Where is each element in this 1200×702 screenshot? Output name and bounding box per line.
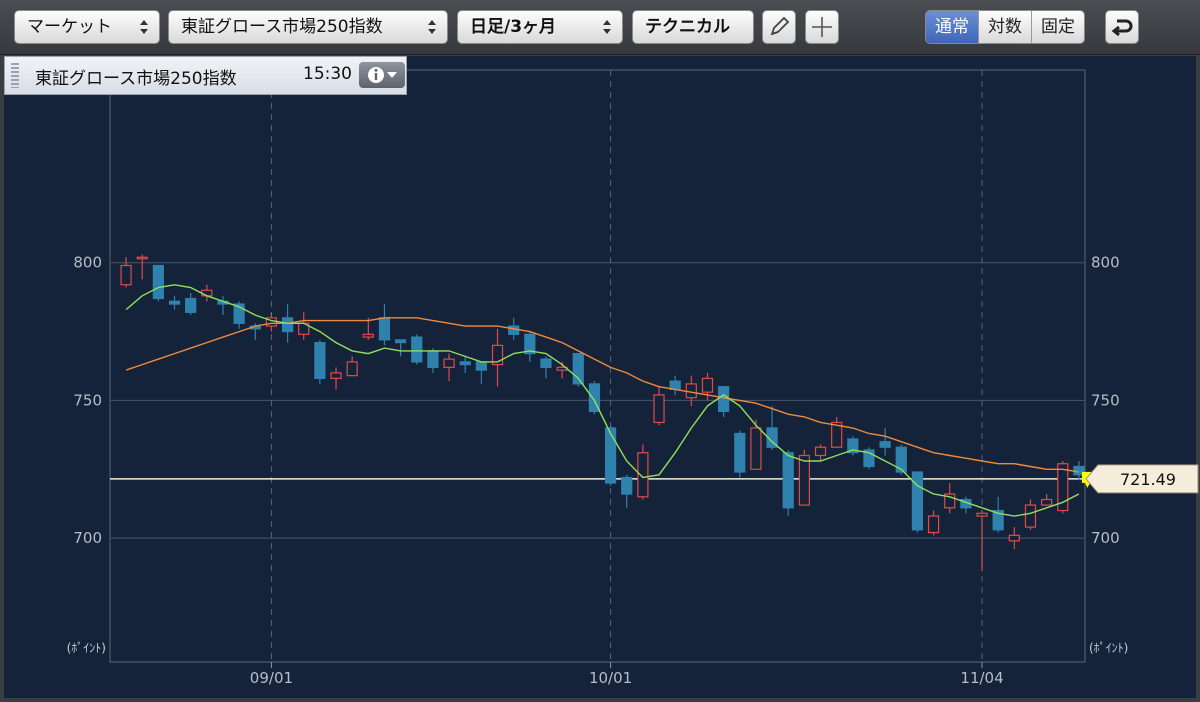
candle-body — [814, 446, 827, 457]
y-tick-label-right: 700 — [1091, 529, 1120, 547]
candle — [734, 430, 746, 478]
candle — [152, 264, 164, 302]
candle-body — [330, 372, 342, 379]
candle-body — [459, 361, 471, 366]
candle-body — [508, 325, 520, 335]
candle-body — [281, 317, 294, 333]
candle-body — [1008, 534, 1020, 542]
candle — [782, 449, 794, 517]
candle — [637, 444, 649, 500]
candle-body — [411, 336, 423, 363]
y-tick-label-left: 750 — [73, 391, 102, 409]
info-icon — [368, 67, 397, 83]
candle — [588, 381, 601, 415]
candle-body — [879, 441, 891, 448]
candle-body — [443, 358, 455, 368]
candle-body — [782, 452, 794, 509]
candle-body — [701, 377, 714, 393]
candle-body — [895, 446, 907, 473]
chart-panel-header: 東証グロース市場250指数 15:30 — [4, 56, 407, 95]
candle-body — [120, 264, 132, 286]
x-tick-label: 10/01 — [589, 669, 632, 687]
candle-body — [475, 361, 487, 371]
candle-body — [685, 383, 697, 399]
candle-body — [750, 427, 762, 470]
candle-body — [395, 339, 407, 344]
candle-body — [201, 289, 213, 297]
candle — [863, 447, 875, 470]
info-menu-button[interactable] — [359, 62, 405, 88]
candle-body — [152, 264, 164, 300]
candle — [847, 436, 859, 456]
candle-body — [314, 341, 326, 379]
y-tick-label-left: 700 — [73, 529, 102, 547]
drag-handle-icon[interactable] — [11, 63, 19, 88]
candle-body — [1041, 498, 1053, 506]
x-tick-label: 11/04 — [960, 669, 1003, 687]
candle-body — [718, 386, 730, 413]
y-tick-label-right: 750 — [1091, 391, 1120, 409]
candle — [911, 471, 924, 533]
candle — [798, 449, 810, 506]
panel-time: 15:30 — [303, 64, 352, 84]
candle-body — [911, 471, 924, 531]
candle-body — [362, 333, 374, 338]
candle-body — [136, 256, 148, 260]
candle-body — [798, 454, 810, 506]
current-price-label: 721.49 — [1120, 470, 1176, 489]
candle-body — [540, 358, 552, 368]
plot-area — [109, 69, 1086, 663]
candle — [314, 339, 326, 384]
candle — [572, 353, 584, 387]
candle-body — [734, 432, 746, 473]
y-axis-unit-left: (ﾎﾟｲﾝﾄ) — [67, 641, 106, 655]
x-tick-label: 09/01 — [250, 669, 293, 687]
candle-body — [927, 515, 940, 534]
candle-body — [621, 476, 633, 495]
candle-body — [168, 300, 181, 305]
candle-body — [185, 297, 197, 313]
y-tick-label-left: 800 — [73, 254, 102, 272]
candle-body — [1024, 504, 1037, 528]
y-axis-unit-right: (ﾎﾟｲﾝﾄ) — [1089, 641, 1128, 655]
current-price-marker-tip — [1084, 482, 1090, 488]
candle-body — [653, 394, 665, 424]
candle-body — [346, 361, 358, 377]
app-window: マーケット 東証グロース市場250指数 日足/3ヶ月 テクニカル 通常 対数 固… — [0, 0, 1200, 702]
candle — [411, 334, 423, 365]
candlestick-chart[interactable]: 700 700 750 750 800 800 09/01 10/01 11/04 (ﾎﾟｲﾝﾄ)… — [0, 0, 1200, 702]
candle-body — [604, 427, 617, 484]
candle-body — [378, 317, 391, 341]
candle-body — [427, 350, 439, 368]
candle-body — [976, 512, 988, 517]
y-tick-label-right: 800 — [1091, 254, 1120, 272]
panel-title: 東証グロース市場250指数 — [35, 69, 237, 89]
